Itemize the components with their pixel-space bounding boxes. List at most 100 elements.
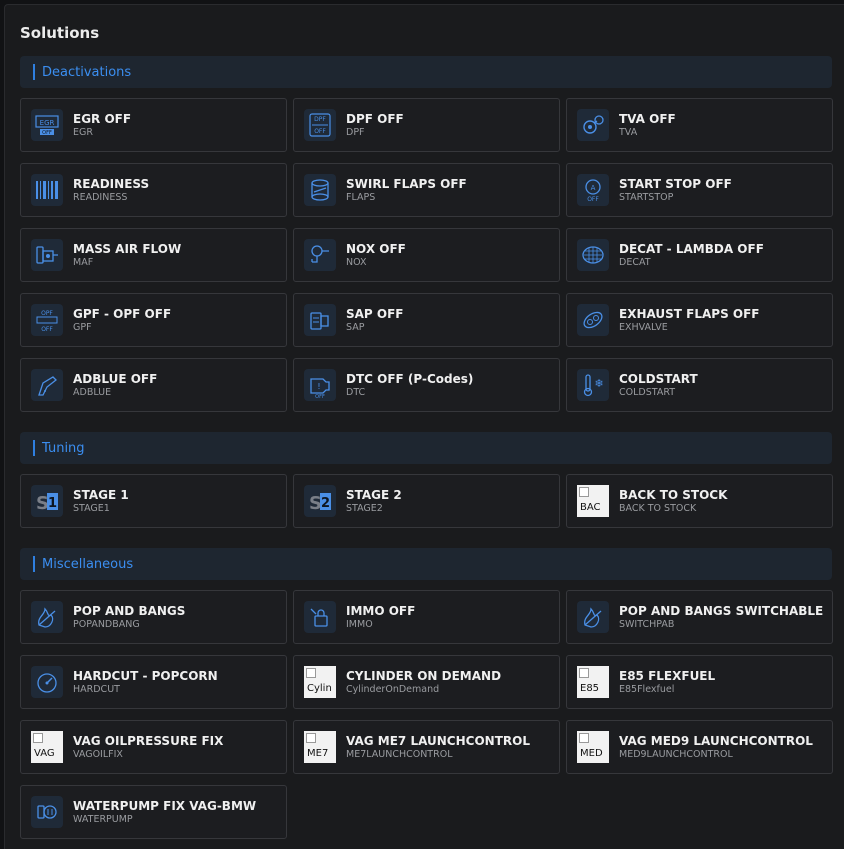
card-texts: SAP OFF SAP bbox=[346, 307, 404, 333]
solution-card-hardcut[interactable]: HARDCUT - POPCORN HARDCUT bbox=[20, 655, 287, 709]
card-texts: VAG MED9 LAUNCHCONTROL MED9LAUNCHCONTROL bbox=[619, 734, 813, 760]
solution-card-coldstart[interactable]: ❄ COLDSTART COLDSTART bbox=[566, 358, 833, 412]
svg-text:A: A bbox=[591, 184, 596, 192]
card-texts: BACK TO STOCK BACK TO STOCK bbox=[619, 488, 727, 514]
card-title: VAG MED9 LAUNCHCONTROL bbox=[619, 734, 813, 748]
solution-card-decat[interactable]: DECAT - LAMBDA OFF DECAT bbox=[566, 228, 833, 282]
solution-card-back-to-stock[interactable]: BAC BACK TO STOCK BACK TO STOCK bbox=[566, 474, 833, 528]
image-alt-text: E85 bbox=[580, 683, 600, 694]
solution-card-switchpab[interactable]: POP AND BANGS SWITCHABLE SWITCHPAB bbox=[566, 590, 833, 644]
solution-card-readiness[interactable]: READINESS READINESS bbox=[20, 163, 287, 217]
solution-card-dpf[interactable]: DPF OFF DPF OFF DPF bbox=[293, 98, 560, 152]
card-subtitle: EGR bbox=[73, 127, 93, 138]
card-texts: EXHAUST FLAPS OFF EXHVALVE bbox=[619, 307, 760, 333]
gpf-icon: OPF OFF bbox=[31, 304, 63, 336]
section-header-deactivations: Deactivations bbox=[20, 56, 832, 88]
card-texts: VAG OILPRESSURE FIX VAGOILFIX bbox=[73, 734, 223, 760]
broken-image-icon: VAG bbox=[31, 731, 63, 763]
solution-card-tva[interactable]: TVA OFF TVA bbox=[566, 98, 833, 152]
card-texts: DTC OFF (P-Codes) DTC bbox=[346, 372, 473, 398]
solution-card-gpf[interactable]: OPF OFF GPF - OPF OFF GPF bbox=[20, 293, 287, 347]
gauge-icon bbox=[31, 666, 63, 698]
card-title: EXHAUST FLAPS OFF bbox=[619, 307, 760, 321]
section-header-miscellaneous: Miscellaneous bbox=[20, 548, 832, 580]
solution-card-e85flexfuel[interactable]: E85 E85 FLEXFUEL E85Flexfuel bbox=[566, 655, 833, 709]
svg-text:EGR: EGR bbox=[40, 119, 55, 127]
solution-card-popandbang[interactable]: POP AND BANGS POPANDBANG bbox=[20, 590, 287, 644]
card-title: ADBLUE OFF bbox=[73, 372, 158, 386]
card-title: CYLINDER ON DEMAND bbox=[346, 669, 502, 683]
solution-card-vagoilfix[interactable]: VAG VAG OILPRESSURE FIX VAGOILFIX bbox=[20, 720, 287, 774]
nox-icon bbox=[304, 239, 336, 271]
solution-card-flaps[interactable]: SWIRL FLAPS OFF FLAPS bbox=[293, 163, 560, 217]
solution-card-stage2[interactable]: S 2 STAGE 2 STAGE2 bbox=[293, 474, 560, 528]
card-subtitle: DTC bbox=[346, 387, 366, 398]
broken-image-icon: E85 bbox=[577, 666, 609, 698]
section-label: Miscellaneous bbox=[42, 556, 134, 572]
solution-card-cylinderondemand[interactable]: Cylin CYLINDER ON DEMAND CylinderOnDemand bbox=[293, 655, 560, 709]
solution-card-startstop[interactable]: A OFF START STOP OFF STARTSTOP bbox=[566, 163, 833, 217]
card-texts: E85 FLEXFUEL E85Flexfuel bbox=[619, 669, 715, 695]
svg-text:OFF: OFF bbox=[587, 196, 599, 203]
image-alt-text: VAG bbox=[34, 748, 55, 759]
solution-card-med9launchcontrol[interactable]: MED VAG MED9 LAUNCHCONTROL MED9LAUNCHCONTR… bbox=[566, 720, 833, 774]
image-alt-text: MED bbox=[580, 748, 603, 759]
card-texts: VAG ME7 LAUNCHCONTROL ME7LAUNCHCONTROL bbox=[346, 734, 530, 760]
card-texts: DPF OFF DPF bbox=[346, 112, 404, 138]
solution-card-egr[interactable]: EGR OFF EGR OFF EGR bbox=[20, 98, 287, 152]
solution-card-me7launchcontrol[interactable]: ME7 VAG ME7 LAUNCHCONTROL ME7LAUNCHCONTROL bbox=[293, 720, 560, 774]
card-title: STAGE 1 bbox=[73, 488, 129, 502]
section-label: Deactivations bbox=[42, 64, 132, 80]
egr-icon: EGR OFF bbox=[31, 109, 63, 141]
section-grid-deactivations: EGR OFF EGR OFF EGR DPF OFF DPF OFF DPF TVA OFF T… bbox=[20, 98, 833, 412]
card-texts: NOX OFF NOX bbox=[346, 242, 406, 268]
waterpump-icon bbox=[31, 796, 63, 828]
solution-card-stage1[interactable]: S 1 STAGE 1 STAGE1 bbox=[20, 474, 287, 528]
card-subtitle: GPF bbox=[73, 322, 92, 333]
card-texts: START STOP OFF STARTSTOP bbox=[619, 177, 732, 203]
card-title: READINESS bbox=[73, 177, 150, 191]
card-title: SWIRL FLAPS OFF bbox=[346, 177, 467, 191]
stage1-icon: S1 bbox=[31, 485, 63, 517]
svg-text:❄: ❄ bbox=[594, 377, 603, 390]
card-title: STAGE 2 bbox=[346, 488, 402, 502]
card-texts: IMMO OFF IMMO bbox=[346, 604, 415, 630]
solution-card-dtc[interactable]: ! OFF DTC OFF (P-Codes) DTC bbox=[293, 358, 560, 412]
card-texts: STAGE 2 STAGE2 bbox=[346, 488, 402, 514]
section-accent-bar bbox=[33, 556, 35, 572]
broken-image-icon: Cylin bbox=[304, 666, 336, 698]
card-title: TVA OFF bbox=[619, 112, 676, 126]
solution-card-maf[interactable]: MASS AIR FLOW MAF bbox=[20, 228, 287, 282]
card-subtitle: STAGE2 bbox=[346, 503, 383, 514]
card-title: BACK TO STOCK bbox=[619, 488, 728, 502]
card-title: IMMO OFF bbox=[346, 604, 416, 618]
card-title: VAG ME7 LAUNCHCONTROL bbox=[346, 734, 530, 748]
solution-card-sap[interactable]: SAP OFF SAP bbox=[293, 293, 560, 347]
card-subtitle: BACK TO STOCK bbox=[619, 503, 697, 514]
immo-icon bbox=[304, 601, 336, 633]
section-grid-miscellaneous: POP AND BANGS POPANDBANG IMMO OFF IMMO POP A… bbox=[20, 590, 833, 839]
solution-card-exhvalve[interactable]: EXHAUST FLAPS OFF EXHVALVE bbox=[566, 293, 833, 347]
decat-icon bbox=[577, 239, 609, 271]
sap-icon bbox=[304, 304, 336, 336]
section-accent-bar bbox=[33, 440, 35, 456]
coldstart-icon: ❄ bbox=[577, 369, 609, 401]
card-subtitle: ADBLUE bbox=[73, 387, 112, 398]
readiness-icon bbox=[31, 174, 63, 206]
card-title: DECAT - LAMBDA OFF bbox=[619, 242, 764, 256]
flame-icon bbox=[577, 601, 609, 633]
solution-card-nox[interactable]: NOX OFF NOX bbox=[293, 228, 560, 282]
card-title: SAP OFF bbox=[346, 307, 404, 321]
solution-card-immo[interactable]: IMMO OFF IMMO bbox=[293, 590, 560, 644]
solution-card-adblue[interactable]: ADBLUE OFF ADBLUE bbox=[20, 358, 287, 412]
card-title: POP AND BANGS SWITCHABLE bbox=[619, 604, 824, 618]
card-texts: DECAT - LAMBDA OFF DECAT bbox=[619, 242, 764, 268]
start-stop-icon: A OFF bbox=[577, 174, 609, 206]
card-subtitle: DECAT bbox=[619, 257, 651, 268]
solution-card-waterpump[interactable]: WATERPUMP FIX VAG-BMW WATERPUMP bbox=[20, 785, 287, 839]
section-grid-tuning: S 1 STAGE 1 STAGE1 S 2 STAGE 2 STAGE2 BAC BACK TO… bbox=[20, 474, 833, 528]
card-texts: POP AND BANGS SWITCHABLE SWITCHPAB bbox=[619, 604, 823, 630]
card-subtitle: SWITCHPAB bbox=[619, 619, 675, 630]
card-texts: READINESS READINESS bbox=[73, 177, 149, 203]
card-title: NOX OFF bbox=[346, 242, 406, 256]
